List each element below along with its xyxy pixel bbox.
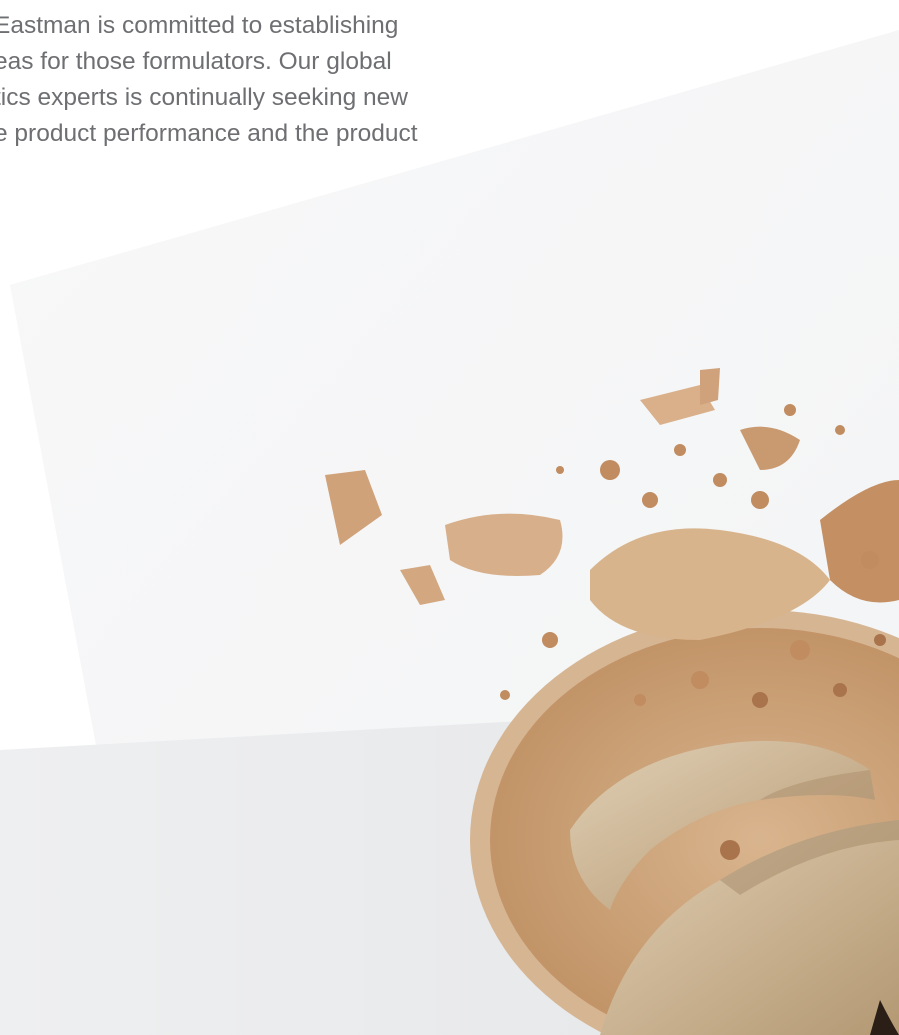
body-text-line: Eastman is committed to establishing xyxy=(0,12,399,39)
body-text-line: e product performance and the product xyxy=(0,120,418,147)
body-text-line: eas for those formulators. Our global xyxy=(0,48,392,75)
background-art xyxy=(0,30,899,1035)
body-text: Eastman is committed to establishing eas… xyxy=(0,8,514,152)
body-text-line: tics experts is continually seeking new xyxy=(0,84,408,111)
